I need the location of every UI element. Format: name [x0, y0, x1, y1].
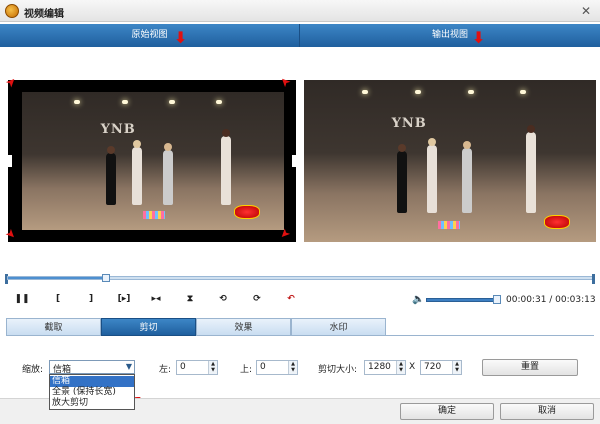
original-view-label: 原始视图 — [131, 30, 168, 40]
output-view-header: 输出视图 — [300, 24, 600, 47]
time-display: 00:00:31 / 00:03:13 — [506, 295, 596, 305]
crop-size-label: 剪切大小: — [318, 365, 358, 375]
volume-slider[interactable] — [426, 298, 500, 302]
size-times-label: X — [409, 362, 416, 372]
zoom-option[interactable]: 信箱 — [50, 376, 134, 387]
original-view-header: 原始视图 — [0, 24, 300, 47]
tab-trim[interactable]: 截取 — [6, 318, 101, 336]
close-icon[interactable]: ✕ — [578, 3, 594, 19]
play-selection-button[interactable]: [▸] — [113, 292, 135, 306]
output-video-wall-text: YNB — [391, 115, 427, 131]
pause-button[interactable]: ❚❚ — [14, 292, 30, 306]
window-title: 视频编辑 — [24, 9, 64, 20]
zoom-label: 缩放: — [22, 365, 44, 375]
chevron-down-icon[interactable]: ▼ — [126, 362, 132, 371]
mark-out-button[interactable]: ] — [83, 292, 99, 306]
decrement-icon[interactable]: ▼ — [208, 367, 217, 374]
rotate-left-button[interactable]: ⟲ — [215, 292, 231, 306]
timeline-end-marker[interactable] — [592, 274, 595, 284]
tab-label: 截取 — [44, 323, 63, 333]
video-logo — [234, 204, 261, 219]
original-video-frame: YNB — [22, 92, 284, 230]
top-offset-value: 0 — [260, 362, 266, 372]
crop-width-value: 1280 — [368, 362, 391, 372]
volume-icon[interactable]: 🔈 — [412, 294, 424, 305]
tab-label: 效果 — [234, 323, 253, 333]
zoom-option[interactable]: 放大剪切 — [50, 398, 134, 409]
cancel-button[interactable]: 取消 — [500, 403, 594, 420]
timeline-progress — [8, 277, 107, 279]
left-offset-value: 0 — [180, 362, 186, 372]
left-offset-input[interactable]: 0 ▲ ▼ — [176, 360, 218, 375]
crop-width-input[interactable]: 1280 ▲ ▼ — [364, 360, 406, 375]
tab-effect[interactable]: 效果 — [196, 318, 291, 336]
decrement-icon[interactable]: ▼ — [288, 367, 297, 374]
tab-crop[interactable]: 剪切 — [101, 318, 196, 336]
annotation-arrow-icon: ⬇ — [472, 28, 486, 47]
video-wall-text: YNB — [100, 122, 136, 138]
output-preview: YNB — [304, 80, 596, 242]
title-bar: 视频编辑 ✕ — [0, 0, 600, 22]
next-frame-button[interactable]: ▸◂ — [148, 292, 164, 306]
crop-handle-left[interactable] — [8, 155, 12, 167]
edit-tabs: 截取 剪切 效果 水印 — [6, 318, 594, 336]
output-video-image: YNB — [304, 80, 596, 242]
decrement-icon[interactable]: ▼ — [396, 367, 405, 374]
decrement-icon[interactable]: ▼ — [452, 367, 461, 374]
rotate-right-button[interactable]: ⟳ — [249, 292, 265, 306]
ok-button[interactable]: 确定 — [400, 403, 494, 420]
crop-height-value: 720 — [424, 362, 442, 372]
zoom-dropdown-list: 信箱 全景 (保持长宽) 放大剪切 — [49, 374, 135, 410]
video-image: YNB — [22, 92, 284, 230]
top-offset-input[interactable]: 0 ▲ ▼ — [256, 360, 298, 375]
output-view-label: 输出视图 — [431, 30, 468, 40]
undo-button[interactable]: ↶ — [283, 292, 299, 306]
original-preview[interactable]: YNB — [8, 80, 296, 242]
tab-label: 水印 — [329, 323, 348, 333]
crop-height-input[interactable]: 720 ▲ ▼ — [420, 360, 462, 375]
timeline-thumb[interactable] — [102, 274, 111, 282]
zoom-option[interactable]: 全景 (保持长宽) — [50, 387, 134, 398]
trim-button[interactable]: ⧗ — [182, 292, 198, 306]
app-icon — [5, 4, 19, 18]
reset-button[interactable]: 重置 — [482, 359, 578, 376]
playback-controls: ❚❚ [ ] [▸] ▸◂ ⧗ ⟲ ⟳ ↶ 🔈 00:00:31 / 00:03… — [0, 288, 600, 310]
left-offset-label: 左: — [159, 365, 172, 375]
floor-figures — [142, 210, 165, 219]
volume-thumb[interactable] — [493, 295, 501, 304]
zoom-select[interactable]: 信箱 ▼ — [49, 360, 135, 375]
annotation-arrow-icon: ⬇ — [174, 28, 188, 47]
top-offset-label: 上: — [240, 365, 253, 375]
tab-watermark[interactable]: 水印 — [291, 318, 386, 336]
tab-label: 剪切 — [139, 323, 158, 333]
crop-handle-right[interactable] — [292, 155, 296, 167]
timeline-track[interactable] — [7, 274, 593, 282]
mark-in-button[interactable]: [ — [50, 292, 66, 306]
